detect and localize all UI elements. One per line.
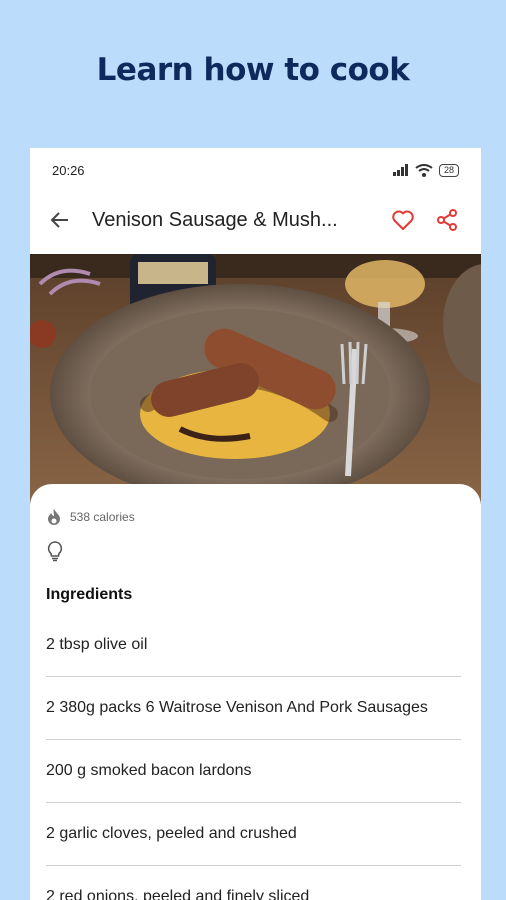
calories-text: 538 calories — [70, 510, 135, 524]
favorite-button[interactable] — [381, 200, 425, 240]
flame-icon — [48, 509, 60, 525]
ingredient-item: 2 380g packs 6 Waitrose Venison And Pork… — [46, 677, 461, 740]
share-icon — [437, 209, 457, 231]
recipe-details-card: 538 calories Ingredients 2 tbsp olive oi… — [30, 484, 481, 900]
lightbulb-icon — [47, 541, 63, 562]
wifi-icon — [415, 163, 433, 177]
calories-row: 538 calories — [46, 508, 461, 526]
ingredients-heading: Ingredients — [46, 586, 133, 603]
ingredient-item: 2 tbsp olive oil — [46, 614, 461, 677]
tip-row[interactable] — [46, 540, 461, 564]
share-button[interactable] — [425, 200, 469, 240]
recipe-title: Venison Sausage & Mush... — [92, 208, 338, 231]
ingredient-item: 2 red onions, peeled and finely sliced — [46, 866, 461, 900]
promo-headline: Learn how to cook — [96, 52, 410, 88]
heart-icon — [392, 210, 414, 230]
back-button[interactable] — [48, 205, 78, 235]
ingredient-item: 200 g smoked bacon lardons — [46, 740, 461, 803]
app-bar: Venison Sausage & Mush... — [30, 192, 481, 248]
ingredient-item: 2 garlic cloves, peeled and crushed — [46, 803, 461, 866]
ingredients-list: 2 tbsp olive oil 2 380g packs 6 Waitrose… — [46, 614, 461, 900]
recipe-photo — [30, 254, 481, 504]
status-bar: 20:26 28 — [30, 148, 481, 192]
battery-icon: 28 — [438, 163, 459, 177]
signal-icon — [392, 164, 408, 176]
status-time: 20:26 — [52, 162, 85, 178]
back-arrow-icon — [50, 212, 68, 228]
phone-screen: 20:26 28 Venison Sausage & Mush... 538 c… — [30, 148, 481, 900]
